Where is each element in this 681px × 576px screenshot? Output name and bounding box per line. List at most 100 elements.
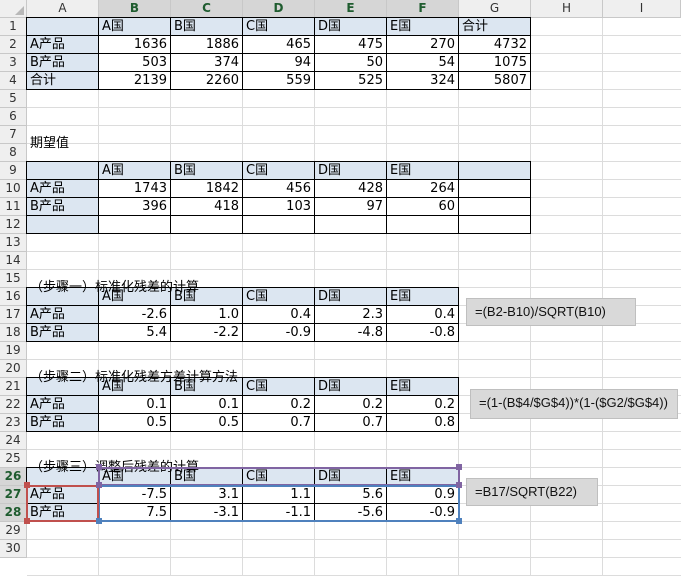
step2-cell-d23[interactable]: 0.7 [242, 413, 315, 432]
table1-cell-b2[interactable]: 1636 [98, 35, 171, 54]
step2-cell-a22[interactable]: A产品 [26, 395, 99, 414]
step1-cell-f17[interactable]: 0.4 [386, 305, 459, 324]
step1-cell-f16[interactable]: E国 [386, 287, 459, 306]
row-header-14[interactable]: 14 [0, 252, 27, 270]
row-header-26[interactable]: 26 [0, 468, 27, 486]
table1-cell-c3[interactable]: 374 [170, 53, 243, 72]
row-header-12[interactable]: 12 [0, 216, 27, 234]
step2-cell-c23[interactable]: 0.5 [170, 413, 243, 432]
table1-cell-c1[interactable]: B国 [170, 17, 243, 36]
table1-cell-g2[interactable]: 4732 [458, 35, 531, 54]
row-header-4[interactable]: 4 [0, 72, 27, 90]
resize-handle[interactable] [96, 464, 102, 470]
table1-cell-e4[interactable]: 525 [314, 71, 387, 90]
row-header-20[interactable]: 20 [0, 360, 27, 378]
row-header-11[interactable]: 11 [0, 198, 27, 216]
step2-cell-a23[interactable]: B产品 [26, 413, 99, 432]
step3-cell-f26[interactable]: E国 [386, 467, 459, 486]
table1-cell-f3[interactable]: 54 [386, 53, 459, 72]
resize-handle[interactable] [456, 518, 462, 524]
table1-cell-e3[interactable]: 50 [314, 53, 387, 72]
table1-cell-d4[interactable]: 559 [242, 71, 315, 90]
step3-cell-f27[interactable]: 0.9 [386, 485, 459, 504]
row-header-16[interactable]: 16 [0, 288, 27, 306]
row-header-19[interactable]: 19 [0, 342, 27, 360]
table1-cell-b1[interactable]: A国 [98, 17, 171, 36]
expected-cell-c12[interactable] [170, 215, 243, 234]
step3-cell-e26[interactable]: D国 [314, 467, 387, 486]
table1-cell-d1[interactable]: C国 [242, 17, 315, 36]
step2-cell-e23[interactable]: 0.7 [314, 413, 387, 432]
row-header-29[interactable]: 29 [0, 522, 27, 540]
step3-cell-a27[interactable]: A产品 [26, 485, 99, 504]
expected-cell-f10[interactable]: 264 [386, 179, 459, 198]
step1-cell-b18[interactable]: 5.4 [98, 323, 171, 342]
expected-cell-a12[interactable] [26, 215, 99, 234]
table1-cell-f1[interactable]: E国 [386, 17, 459, 36]
row-header-23[interactable]: 23 [0, 414, 27, 432]
expected-cell-e9[interactable]: D国 [314, 161, 387, 180]
step2-cell-c22[interactable]: 0.1 [170, 395, 243, 414]
step1-cell-e17[interactable]: 2.3 [314, 305, 387, 324]
table1-cell-d2[interactable]: 465 [242, 35, 315, 54]
column-header-a[interactable]: A [27, 0, 99, 18]
table1-cell-d3[interactable]: 94 [242, 53, 315, 72]
step1-cell-d18[interactable]: -0.9 [242, 323, 315, 342]
select-all-corner[interactable] [0, 0, 27, 18]
expected-cell-b9[interactable]: A国 [98, 161, 171, 180]
row-header-28[interactable]: 28 [0, 504, 27, 522]
step1-cell-d16[interactable]: C国 [242, 287, 315, 306]
expected-cell-e10[interactable]: 428 [314, 179, 387, 198]
row-header-21[interactable]: 21 [0, 378, 27, 396]
step3-cell-e27[interactable]: 5.6 [314, 485, 387, 504]
step2-cell-b22[interactable]: 0.1 [98, 395, 171, 414]
table1-cell-c2[interactable]: 1886 [170, 35, 243, 54]
row-header-22[interactable]: 22 [0, 396, 27, 414]
row-header-2[interactable]: 2 [0, 36, 27, 54]
expected-cell-b10[interactable]: 1743 [98, 179, 171, 198]
step1-cell-e18[interactable]: -4.8 [314, 323, 387, 342]
table1-cell-e2[interactable]: 475 [314, 35, 387, 54]
table1-cell-g1[interactable]: 合计 [458, 17, 531, 36]
resize-handle[interactable] [96, 482, 102, 488]
step2-cell-f22[interactable]: 0.2 [386, 395, 459, 414]
step3-cell-d28[interactable]: -1.1 [242, 503, 315, 522]
expected-cell-g9[interactable] [458, 161, 531, 180]
resize-handle[interactable] [96, 518, 102, 524]
step3-cell-b28[interactable]: 7.5 [98, 503, 171, 522]
resize-handle[interactable] [456, 464, 462, 470]
table1-cell-a3[interactable]: B产品 [26, 53, 99, 72]
row-header-18[interactable]: 18 [0, 324, 27, 342]
table1-cell-f4[interactable]: 324 [386, 71, 459, 90]
step2-cell-f21[interactable]: E国 [386, 377, 459, 396]
step2-cell-e22[interactable]: 0.2 [314, 395, 387, 414]
expected-cell-d9[interactable]: C国 [242, 161, 315, 180]
expected-cell-c10[interactable]: 1842 [170, 179, 243, 198]
row-header-6[interactable]: 6 [0, 108, 27, 126]
table1-cell-f2[interactable]: 270 [386, 35, 459, 54]
table1-cell-a1[interactable] [26, 17, 99, 36]
expected-cell-a11[interactable]: B产品 [26, 197, 99, 216]
table1-cell-b3[interactable]: 503 [98, 53, 171, 72]
row-header-25[interactable]: 25 [0, 450, 27, 468]
row-header-17[interactable]: 17 [0, 306, 27, 324]
column-header-g[interactable]: G [459, 0, 531, 18]
spreadsheet[interactable]: ABCDEFGHI 1 2 3 4 5 6 7 8 9 10 11 12 13 14 15 16 17 18 19 2… [0, 0, 681, 576]
step2-cell-b23[interactable]: 0.5 [98, 413, 171, 432]
expected-cell-f12[interactable] [386, 215, 459, 234]
column-header-d[interactable]: D [243, 0, 315, 18]
step3-cell-c27[interactable]: 3.1 [170, 485, 243, 504]
expected-cell-g11[interactable] [458, 197, 531, 216]
step1-cell-d17[interactable]: 0.4 [242, 305, 315, 324]
table1-cell-a4[interactable]: 合计 [26, 71, 99, 90]
step2-cell-e21[interactable]: D国 [314, 377, 387, 396]
row-header-3[interactable]: 3 [0, 54, 27, 72]
step3-cell-d26[interactable]: C国 [242, 467, 315, 486]
step3-cell-e28[interactable]: -5.6 [314, 503, 387, 522]
step3-cell-b27[interactable]: -7.5 [98, 485, 171, 504]
expected-cell-d10[interactable]: 456 [242, 179, 315, 198]
step3-cell-f28[interactable]: -0.9 [386, 503, 459, 522]
expected-cell-e11[interactable]: 97 [314, 197, 387, 216]
table1-cell-a2[interactable]: A产品 [26, 35, 99, 54]
resize-handle[interactable] [24, 518, 30, 524]
